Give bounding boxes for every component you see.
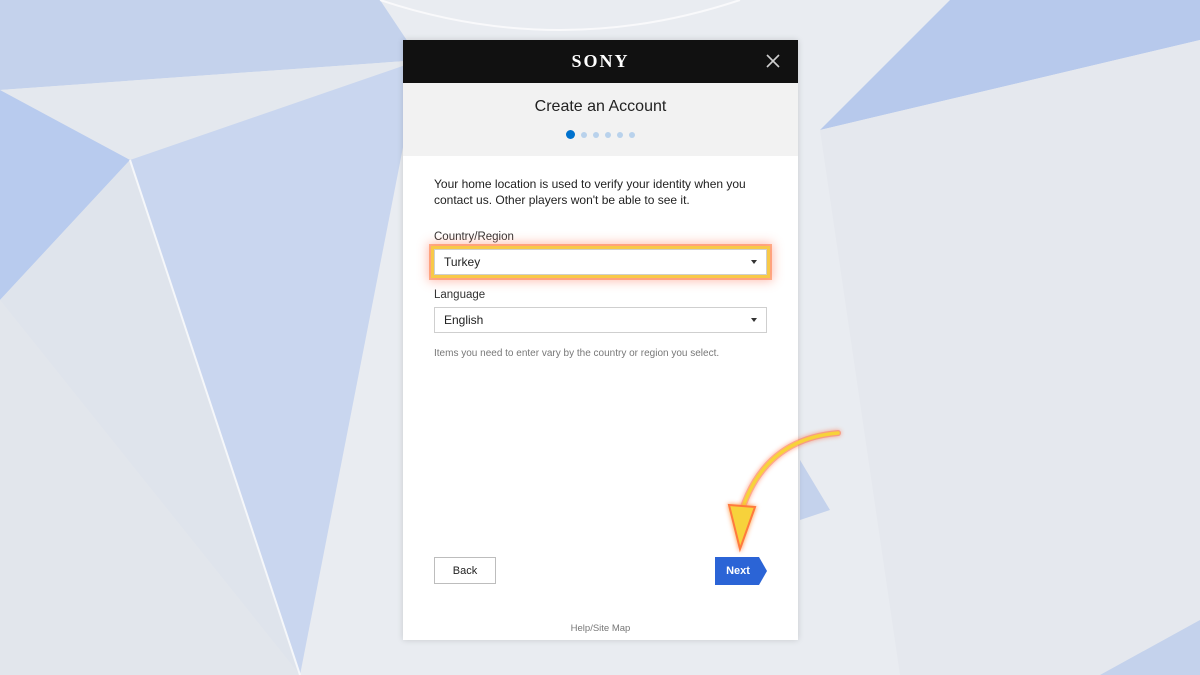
intro-text: Your home location is used to verify you… (434, 177, 746, 207)
progress-dots (403, 130, 798, 139)
dialog-header: Create an Account (403, 83, 798, 156)
language-select[interactable]: English (434, 307, 767, 333)
hint-text: Items you need to enter vary by the coun… (434, 348, 720, 359)
progress-dot (629, 131, 635, 138)
progress-dot (593, 131, 599, 138)
progress-dot (605, 131, 611, 138)
country-select[interactable]: Turkey (431, 246, 770, 278)
next-button-label: Next (726, 565, 750, 577)
dropdown-caret-icon (751, 318, 757, 322)
progress-dot (581, 131, 587, 138)
country-value: Turkey (444, 255, 481, 269)
help-site-map-link[interactable]: Help/Site Map (403, 623, 798, 634)
country-label: Country/Region (434, 231, 514, 243)
next-button[interactable]: Next (715, 557, 767, 585)
progress-dot (617, 131, 623, 138)
dropdown-caret-icon (751, 260, 757, 264)
page-title: Create an Account (534, 98, 667, 115)
progress-dot-active (566, 130, 575, 139)
curved-arrow-icon (727, 430, 841, 553)
language-group: Language English (434, 289, 767, 333)
language-label: Language (434, 289, 486, 301)
language-value: English (444, 313, 484, 327)
sony-logo: SONY (571, 51, 630, 71)
dialog-topbar: SONY (403, 40, 798, 83)
dialog-content: Your home location is used to verify you… (403, 156, 798, 359)
country-group: Country/Region Turkey (431, 231, 770, 278)
close-icon (766, 54, 780, 68)
close-button[interactable] (758, 46, 788, 76)
back-button[interactable]: Back (434, 557, 496, 584)
